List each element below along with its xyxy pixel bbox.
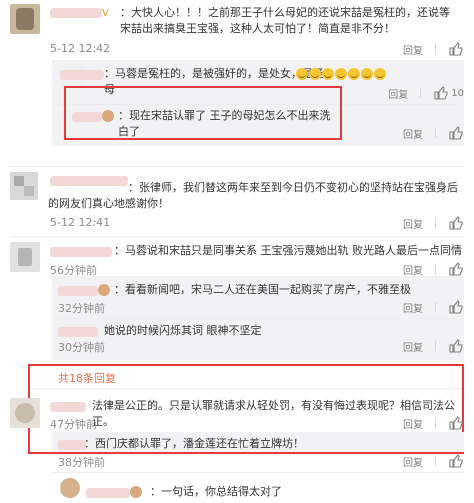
reply-text: ：西门庆都认罪了，潘金莲还在忙着立牌坊！	[84, 437, 304, 450]
comment-4-time: 47分钟前	[50, 418, 97, 431]
reply-button[interactable]: 回复	[403, 216, 423, 231]
laugh-emoji-icon	[374, 68, 386, 80]
reply-time: 30分钟前	[58, 341, 105, 354]
comment-2-time: 5-12 12:41	[50, 216, 111, 229]
reply-username[interactable]	[60, 68, 104, 81]
reply-username[interactable]	[58, 325, 98, 338]
reply-time: 38分钟前	[58, 456, 105, 469]
comment-1-time: 5-12 12:42	[50, 42, 111, 55]
comment-5-username[interactable]	[86, 486, 142, 499]
laugh-emoji-icon	[296, 68, 308, 80]
reply-text: ：看看新闻吧，宋马二人还在美国一起购买了房产，不雅至极	[114, 283, 411, 296]
avatar	[102, 110, 114, 122]
laugh-emoji-icon	[335, 68, 347, 80]
avatar[interactable]	[10, 172, 38, 200]
comment-1-text: ：大快人心！！！之前那王子什么母妃的还说宋喆是冤枉的，还说等宋喆出来搞臭王宝强，…	[120, 6, 450, 35]
reply-button[interactable]: 回复	[403, 42, 423, 57]
reply-text: ：现在宋喆认罪了 王子的母妃怎么不出来洗白了	[118, 109, 331, 138]
reply-button[interactable]: 回复	[403, 300, 423, 315]
comment-1-username[interactable]: V	[50, 6, 109, 19]
like-icon[interactable]	[448, 453, 464, 469]
more-replies-link[interactable]: 共18条回复	[58, 370, 116, 386]
reply-button[interactable]: 回复	[403, 126, 423, 141]
like-icon[interactable]	[448, 125, 464, 141]
laughing-emoji-row	[296, 68, 387, 81]
reply-button[interactable]: 回复	[403, 262, 423, 277]
avatar[interactable]	[60, 478, 80, 498]
comment-3-username[interactable]	[50, 245, 112, 258]
comment-2-text: ：张律师，我们替这两年来至到今日仍不变初心的坚持站在宝强身后的网友们真心地感谢你…	[48, 181, 458, 210]
reply-username[interactable]	[72, 110, 114, 123]
reply-button[interactable]: 回复	[403, 339, 423, 354]
like-icon[interactable]	[448, 338, 464, 354]
comment-5-text: ：一句话，你总结得太对了	[150, 485, 282, 498]
reply-button[interactable]: 回复	[403, 416, 423, 431]
reply-actions: 回复	[403, 298, 464, 316]
reply-username[interactable]	[58, 438, 86, 451]
reply-username[interactable]	[58, 284, 110, 297]
avatar	[130, 486, 142, 498]
like-icon[interactable]	[448, 41, 464, 57]
avatar[interactable]	[10, 398, 40, 428]
laugh-emoji-icon	[348, 68, 360, 80]
reply-button[interactable]: 回复	[388, 86, 408, 101]
laugh-emoji-icon	[361, 68, 373, 80]
reply-actions: 回复	[403, 452, 464, 470]
comment-3-text: ：马蓉说和宋喆只是同事关系 王宝强污蔑她出轨 败光路人最后一点同情	[114, 244, 462, 257]
like-icon[interactable]	[448, 299, 464, 315]
comment-4-actions: 回复	[403, 414, 464, 432]
avatar	[98, 284, 110, 296]
laugh-emoji-icon	[309, 68, 321, 80]
avatar[interactable]	[10, 242, 40, 272]
like-icon[interactable]	[448, 261, 464, 277]
comment-2-actions: 回复	[403, 214, 464, 232]
like-icon[interactable]	[448, 415, 464, 431]
reply-actions: 回复 10	[388, 84, 464, 102]
reply-time: 32分钟前	[58, 302, 105, 315]
avatar[interactable]	[10, 4, 40, 34]
reply-button[interactable]: 回复	[403, 454, 423, 469]
like-count: 10	[451, 87, 464, 99]
reply-actions: 回复	[403, 337, 464, 355]
laugh-emoji-icon	[322, 68, 334, 80]
comment-1-actions: 回复	[403, 40, 464, 58]
like-icon[interactable]	[448, 215, 464, 231]
reply-text: 她说的时候闪烁其词 眼神不坚定	[104, 324, 262, 337]
reply-actions: 回复	[403, 124, 464, 142]
comment-4-username[interactable]	[50, 400, 86, 413]
like-icon[interactable]	[433, 85, 449, 101]
